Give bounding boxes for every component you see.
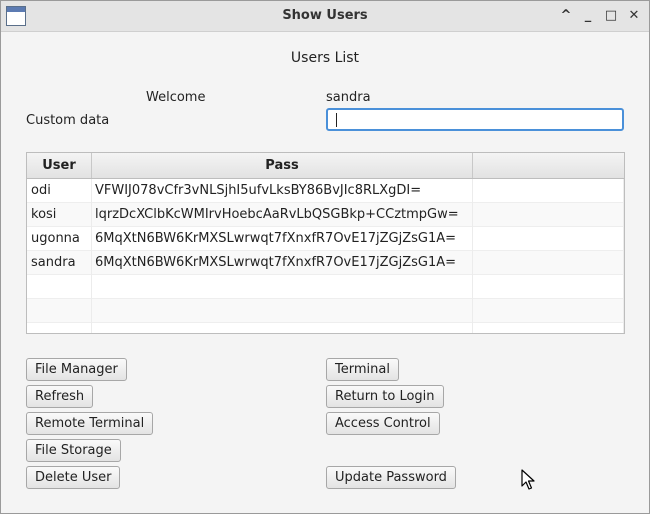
- custom-data-input[interactable]: [326, 108, 624, 131]
- table-row[interactable]: [27, 275, 624, 299]
- return-to-login-button[interactable]: Return to Login: [326, 385, 444, 408]
- table-body: odi VFWIJ078vCfr3vNLSjhI5ufvLksBY86BvJIc…: [27, 179, 624, 333]
- cell-pass: [92, 275, 473, 299]
- column-header-empty[interactable]: [473, 153, 624, 178]
- minimize-icon[interactable]: _: [579, 7, 597, 25]
- cell-pass: [92, 299, 473, 323]
- cell-empty: [473, 299, 624, 323]
- mouse-pointer-icon: [521, 469, 535, 490]
- access-control-button[interactable]: Access Control: [326, 412, 440, 435]
- window-title: Show Users: [282, 8, 368, 23]
- username-label: sandra: [326, 90, 371, 105]
- refresh-button[interactable]: Refresh: [26, 385, 94, 408]
- cell-user: sandra: [27, 251, 92, 275]
- cell-empty: [473, 251, 624, 275]
- cell-pass: 6MqXtN6BW6KrMXSLwrwqt7fXnxfR7OvE17jZGjZs…: [92, 251, 473, 275]
- text-caret: [336, 113, 337, 127]
- table-row[interactable]: ugonna 6MqXtN6BW6KrMXSLwrwqt7fXnxfR7OvE1…: [27, 227, 624, 251]
- terminal-button[interactable]: Terminal: [326, 358, 399, 381]
- custom-data-label: Custom data: [26, 113, 110, 128]
- cell-pass: VFWIJ078vCfr3vNLSjhI5ufvLksBY86BvJIc8RLX…: [92, 179, 473, 203]
- column-header-pass[interactable]: Pass: [92, 153, 473, 178]
- close-icon[interactable]: ✕: [625, 7, 643, 25]
- remote-terminal-button[interactable]: Remote Terminal: [26, 412, 154, 435]
- table-header: User Pass: [27, 153, 624, 179]
- welcome-label: Welcome: [146, 90, 206, 105]
- cell-empty: [473, 179, 624, 203]
- shade-icon[interactable]: ^: [557, 7, 575, 25]
- table-row[interactable]: kosi lqrzDcXClbKcWMIrvHoebcAaRvLbQSGBkp+…: [27, 203, 624, 227]
- title-bar[interactable]: Show Users ^ _ □ ✕: [1, 1, 649, 32]
- cell-user: [27, 299, 92, 323]
- cell-empty: [473, 275, 624, 299]
- cell-empty: [473, 203, 624, 227]
- cell-empty: [473, 227, 624, 251]
- cell-user: [27, 323, 92, 333]
- cell-pass: [92, 323, 473, 333]
- column-header-user[interactable]: User: [27, 153, 92, 178]
- cell-empty: [473, 323, 624, 333]
- table-row[interactable]: [27, 323, 624, 333]
- cell-user: ugonna: [27, 227, 92, 251]
- cell-user: kosi: [27, 203, 92, 227]
- cell-pass: 6MqXtN6BW6KrMXSLwrwqt7fXnxfR7OvE17jZGjZs…: [92, 227, 473, 251]
- table-row[interactable]: sandra 6MqXtN6BW6KrMXSLwrwqt7fXnxfR7OvE1…: [27, 251, 624, 275]
- table-row[interactable]: [27, 299, 624, 323]
- cell-pass: lqrzDcXClbKcWMIrvHoebcAaRvLbQSGBkp+CCztm…: [92, 203, 473, 227]
- table-row[interactable]: odi VFWIJ078vCfr3vNLSjhI5ufvLksBY86BvJIc…: [27, 179, 624, 203]
- file-manager-button[interactable]: File Manager: [26, 358, 127, 381]
- users-table[interactable]: User Pass odi VFWIJ078vCfr3vNLSjhI5ufvLk…: [26, 152, 625, 334]
- maximize-icon[interactable]: □: [602, 7, 620, 25]
- file-storage-button[interactable]: File Storage: [26, 439, 121, 462]
- delete-user-button[interactable]: Delete User: [26, 466, 121, 489]
- page-title: Users List: [290, 50, 360, 66]
- show-users-window: Show Users ^ _ □ ✕ Users List Welcome sa…: [0, 0, 650, 514]
- cell-user: [27, 275, 92, 299]
- cell-user: odi: [27, 179, 92, 203]
- update-password-button[interactable]: Update Password: [326, 466, 456, 489]
